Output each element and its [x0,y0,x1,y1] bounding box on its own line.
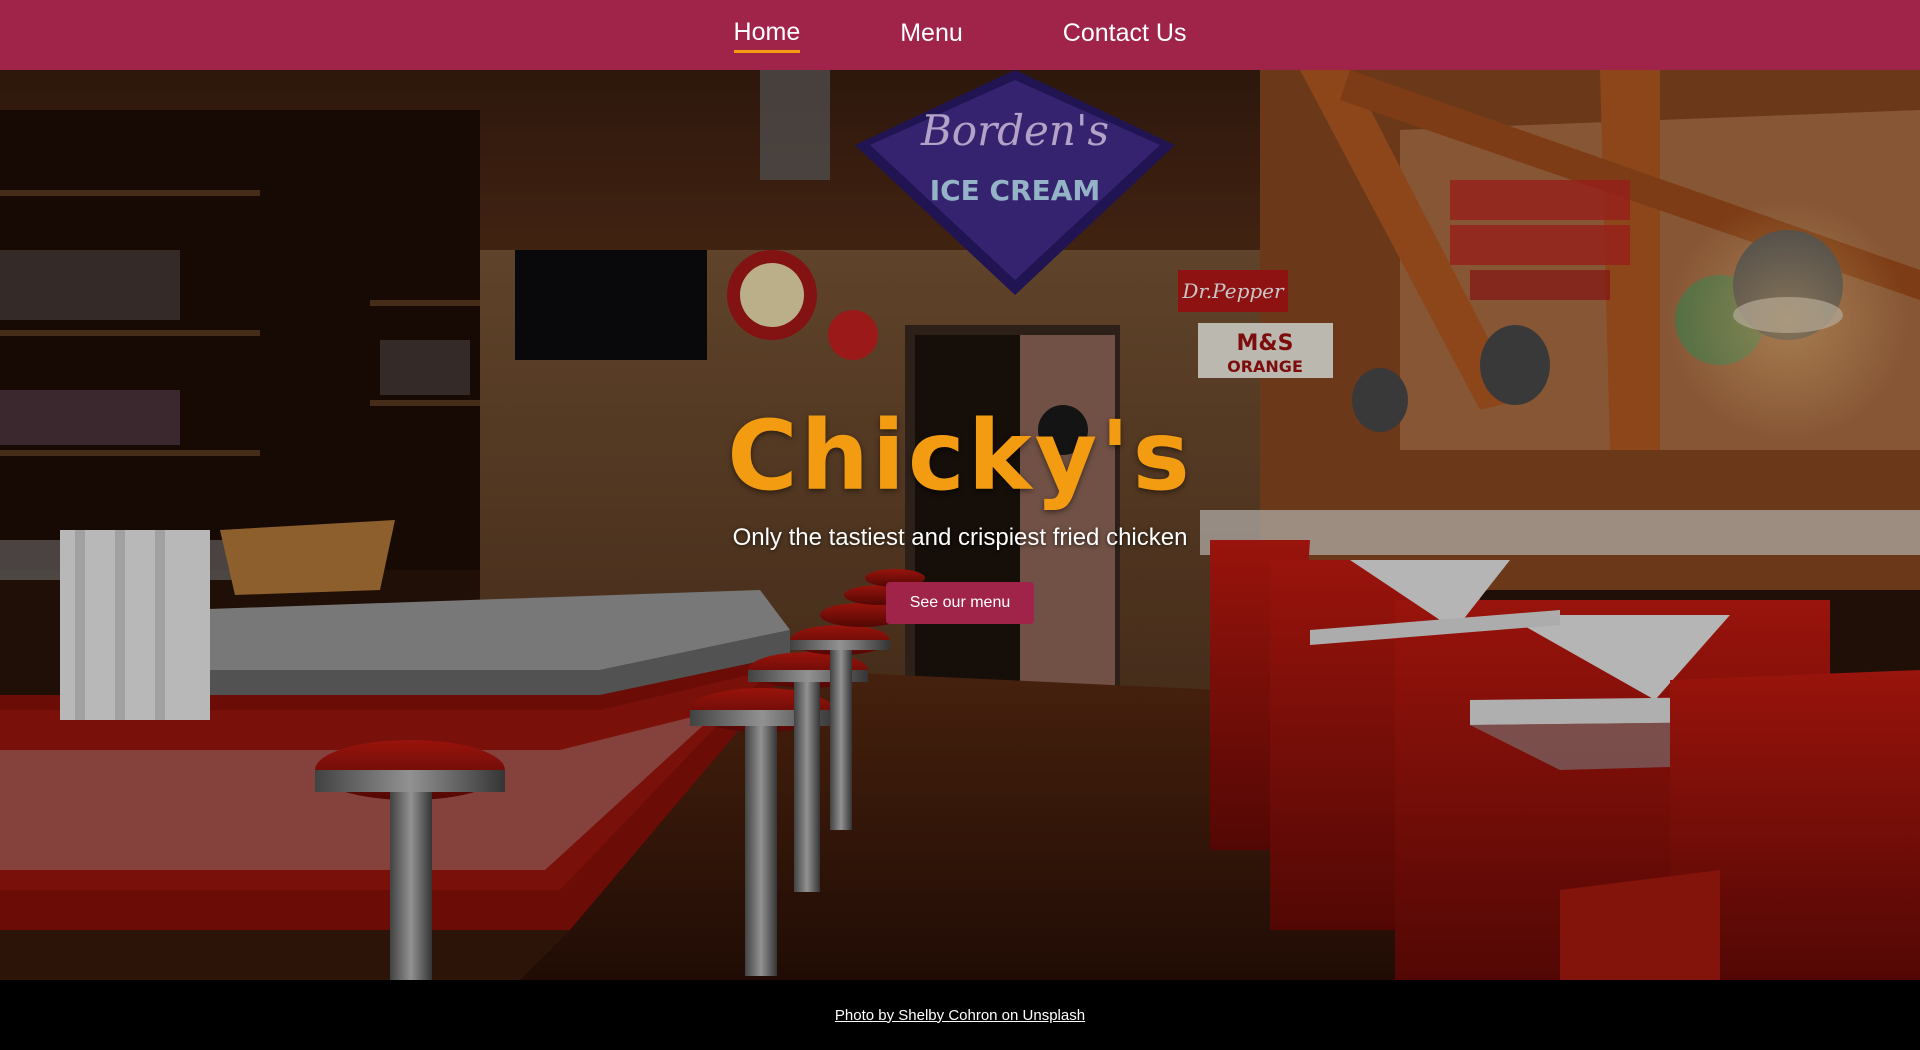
nav-link-menu[interactable]: Menu [900,19,963,51]
nav-link-contact[interactable]: Contact Us [1063,19,1187,51]
hero-content: Chicky's Only the tastiest and crispiest… [0,70,1920,980]
hero-section: Borden's ICE CREAM Dr.Pepper M&S ORANGE [0,70,1920,980]
photo-credit-link[interactable]: Photo by Shelby Cohron on Unsplash [835,1007,1085,1024]
hero-title: Chicky's [727,400,1193,512]
top-nav: Home Menu Contact Us [0,0,1920,70]
hero-subtitle: Only the tastiest and crispiest fried ch… [732,524,1188,551]
nav-link-home[interactable]: Home [733,18,801,53]
footer: Photo by Shelby Cohron on Unsplash [0,980,1920,1050]
see-menu-button[interactable]: See our menu [885,582,1035,624]
